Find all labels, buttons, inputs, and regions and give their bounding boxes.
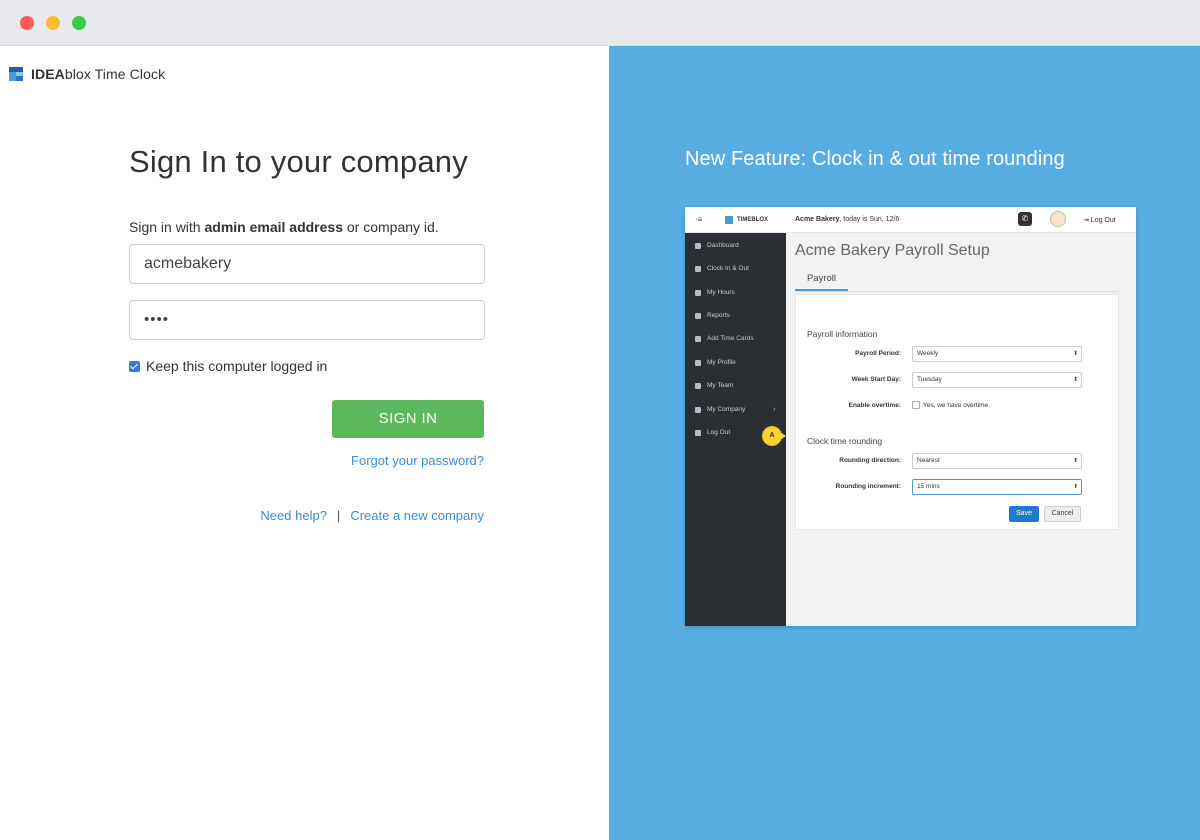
cancel-button: Cancel: [1044, 506, 1081, 522]
week-start-select: Tuesday ⬍: [912, 372, 1082, 388]
ideablox-logo-icon: [9, 67, 23, 81]
keep-logged-in-label: Keep this computer logged in: [146, 358, 328, 374]
sidebar-item-my-company: My Company ›: [695, 406, 777, 413]
sign-in-button[interactable]: SIGN IN: [332, 400, 484, 438]
overtime-label: Enable overtime:: [848, 402, 901, 409]
checkbox-checked-icon[interactable]: [129, 360, 140, 372]
user-avatar: [1050, 211, 1066, 227]
rounding-increment-label: Rounding increment:: [835, 483, 901, 490]
feature-screenshot: ⋅≡ TIMEBLOX Acme Bakery, today is Sun, 1…: [685, 207, 1136, 626]
feature-promo-pane: New Feature: Clock in & out time roundin…: [609, 46, 1200, 840]
logout-icon: [695, 429, 701, 436]
rounding-section-heading: Clock time rounding: [807, 436, 883, 446]
screenshot-main: Acme Bakery Payroll Setup Payroll Payrol…: [786, 233, 1136, 626]
signin-pane: IDEAblox Time Clock Sign In to your comp…: [0, 46, 609, 840]
select-arrow-icon: ⬍: [1072, 377, 1078, 383]
timeblox-logo-icon: [725, 216, 733, 224]
sidebar-item-log-out: Log Out: [695, 429, 730, 436]
company-id-input[interactable]: acmebakery: [129, 244, 485, 284]
dashboard-icon: [695, 242, 701, 249]
chevron-right-icon: ›: [773, 406, 776, 413]
tab-payroll: Payroll: [795, 271, 848, 291]
payroll-panel: Payroll information Payroll Period: Week…: [795, 294, 1119, 530]
sidebar-item-my-team: My Team: [695, 382, 733, 389]
select-arrow-icon: ⬍: [1072, 484, 1078, 490]
sidebar-item-add-time-cards: Add Time Cards: [695, 335, 754, 342]
minimize-window-button[interactable]: [46, 16, 60, 30]
maximize-window-button[interactable]: [72, 16, 86, 30]
forgot-password-link[interactable]: Forgot your password?: [351, 453, 484, 468]
link-separator: |: [336, 508, 341, 523]
payroll-setup-title: Acme Bakery Payroll Setup: [795, 242, 990, 259]
sidebar-item-clock-in-out: Clock In & Out: [695, 265, 749, 272]
select-arrow-icon: ⬍: [1072, 351, 1078, 357]
select-arrow-icon: ⬍: [1072, 458, 1078, 464]
app-name: IDEAblox Time Clock: [31, 66, 166, 82]
rounding-direction-select: Nearest ⬍: [912, 453, 1082, 469]
screenshot-topbar: ⋅≡ TIMEBLOX Acme Bakery, today is Sun, 1…: [685, 207, 1136, 233]
company-greeting: Acme Bakery, today is Sun, 12/6: [795, 216, 900, 223]
user-icon: [695, 359, 701, 366]
callout-pointer: [780, 432, 786, 440]
week-start-label: Week Start Day:: [851, 376, 901, 383]
feature-title: New Feature: Clock in & out time roundin…: [685, 148, 1065, 170]
sidebar-item-my-profile: My Profile: [695, 359, 736, 366]
rounding-increment-select: 15 mins ⬍: [912, 479, 1082, 495]
screenshot-logout: ⇥ Log Out: [1083, 217, 1116, 224]
footer-links: Need help? | Create a new company: [260, 508, 484, 523]
team-icon: [695, 382, 701, 389]
phone-icon: ✆: [1018, 212, 1032, 226]
checkbox-unchecked-icon: [912, 401, 920, 409]
sidebar-item-reports: Reports: [695, 312, 730, 319]
menu-toggle-icon: ⋅≡: [695, 215, 703, 224]
need-help-link[interactable]: Need help?: [260, 508, 327, 523]
callout-badge: A: [762, 426, 782, 446]
checkbox-icon: [695, 265, 701, 272]
payroll-period-label: Payroll Period:: [855, 350, 901, 357]
create-company-link[interactable]: Create a new company: [350, 508, 484, 523]
add-icon: [695, 335, 701, 342]
signin-hint: Sign in with admin email address or comp…: [129, 219, 439, 235]
payroll-period-select: Weekly ⬍: [912, 346, 1082, 362]
tab-divider: [795, 291, 1119, 292]
save-button: Save: [1009, 506, 1039, 522]
clock-icon: [695, 289, 701, 296]
rounding-direction-label: Rounding direction:: [839, 457, 901, 464]
payroll-section-heading: Payroll information: [807, 329, 878, 339]
building-icon: [695, 406, 701, 413]
overtime-checkbox: Yes, we have overtime.: [912, 401, 990, 409]
keep-logged-in-checkbox[interactable]: Keep this computer logged in: [129, 358, 327, 374]
close-window-button[interactable]: [20, 16, 34, 30]
sidebar-item-my-hours: My Hours: [695, 289, 735, 296]
password-input[interactable]: ••••: [129, 300, 485, 340]
reports-icon: [695, 312, 701, 319]
timeblox-brand: TIMEBLOX: [725, 216, 768, 224]
window-titlebar: [0, 0, 1200, 46]
sidebar-item-dashboard: Dashboard: [695, 242, 739, 249]
page-title: Sign In to your company: [129, 144, 468, 179]
app-logo[interactable]: IDEAblox Time Clock: [9, 66, 165, 82]
